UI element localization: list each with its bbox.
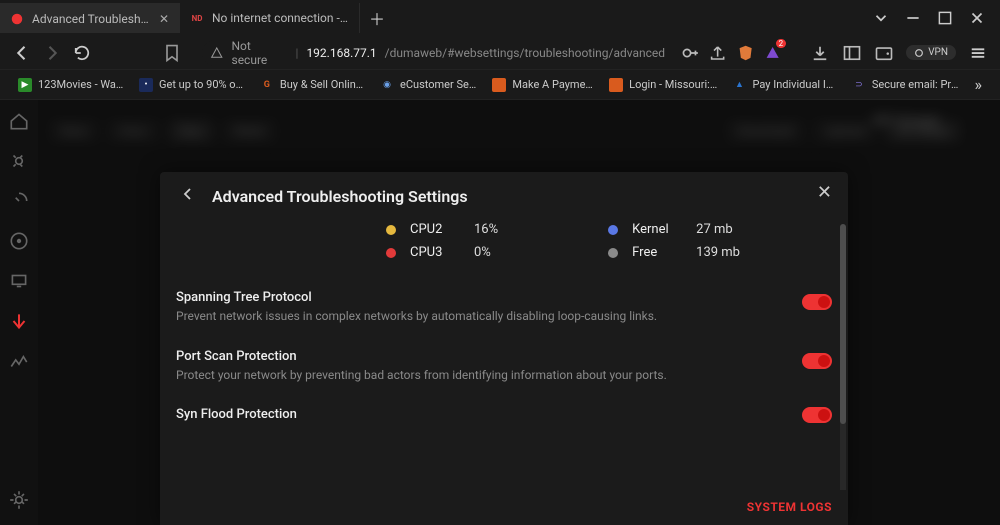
sidebar-toggle-icon[interactable] [842, 43, 862, 63]
wallet-icon[interactable] [874, 43, 894, 63]
setting-desc: Prevent network issues in complex networ… [176, 309, 657, 325]
setting-title: Spanning Tree Protocol [176, 290, 657, 305]
dot-icon [386, 248, 396, 258]
bookmark-item[interactable]: ◉eCustomer Service [374, 75, 484, 95]
reload-icon[interactable] [72, 43, 92, 63]
bookmark-item[interactable]: Make A Payment -... [486, 75, 601, 95]
sidebar-speed-icon[interactable] [8, 190, 30, 212]
close-window-icon[interactable] [968, 9, 986, 27]
tab-inactive[interactable]: ND No internet connection - Netduma R [180, 3, 360, 33]
system-logs-button[interactable]: SYSTEM LOGS [747, 500, 832, 514]
bookmark-item[interactable]: GBuy & Sell Online: P... [254, 75, 372, 95]
setting-title: Syn Flood Protection [176, 407, 297, 422]
sidebar-network-icon[interactable] [8, 310, 30, 332]
bookmark-favicon: ▶ [18, 78, 32, 92]
nav-back-icon[interactable] [12, 43, 32, 63]
tab-title: Advanced Troubleshooting Settin [32, 12, 151, 26]
key-icon[interactable] [681, 43, 700, 63]
scrollbar[interactable] [840, 224, 846, 490]
back-icon[interactable] [180, 186, 196, 206]
minimize-icon[interactable] [904, 9, 922, 27]
sidebar-traffic-icon[interactable] [8, 350, 30, 372]
setting-desc: Protect your network by preventing bad a… [176, 368, 667, 384]
sidebar-ping-icon[interactable] [8, 230, 30, 252]
bookmark-favicon: ◉ [380, 78, 394, 92]
toggle-switch[interactable] [802, 407, 832, 423]
toggle-switch[interactable] [802, 294, 832, 310]
stat-free: Free139 mb [608, 245, 740, 260]
bookmark-item[interactable]: ▲Pay Individual Inco... [727, 75, 844, 95]
vpn-button[interactable]: VPN [906, 45, 956, 60]
browser-titlebar: Advanced Troubleshooting Settin ✕ ND No … [0, 0, 1000, 36]
new-tab-button[interactable]: ＋ [364, 5, 390, 31]
nav-forward-icon[interactable] [42, 43, 62, 63]
scrollbar-thumb[interactable] [840, 224, 846, 424]
toggle-switch[interactable] [802, 353, 832, 369]
sidebar-connection-icon[interactable] [8, 150, 30, 172]
bookmark-favicon [492, 78, 506, 92]
system-stats: CPU216% CPU30% Kernel27 mb Free139 mb [176, 222, 832, 280]
share-icon[interactable] [708, 43, 727, 63]
setting-port-scan: Port Scan Protection Protect your network… [176, 339, 832, 398]
address-bar: Not secure | 192.168.77.1/dumaweb/#webse… [0, 36, 1000, 70]
tab-active[interactable]: Advanced Troubleshooting Settin ✕ [0, 3, 180, 33]
bookmarks-overflow-icon[interactable]: » [969, 75, 989, 94]
setting-syn-flood: Syn Flood Protection [176, 397, 832, 440]
maximize-icon[interactable] [936, 9, 954, 27]
url-path: /dumaweb/#websettings/troubleshooting/ad… [385, 46, 665, 60]
bookmark-favicon: ⊃ [852, 78, 866, 92]
sidebar-home-icon[interactable] [8, 110, 30, 132]
brave-shield-icon[interactable] [736, 43, 755, 63]
download-icon[interactable] [810, 43, 830, 63]
bookmark-item[interactable]: ⊃Secure email: Proto... [846, 75, 967, 95]
bookmark-icon[interactable] [162, 43, 182, 63]
bookmark-item[interactable]: •Get up to 90% off b... [133, 75, 252, 95]
setting-spanning-tree: Spanning Tree Protocol Prevent network is… [176, 280, 832, 339]
url-host: 192.168.77.1 [306, 46, 376, 60]
tab-strip: Advanced Troubleshooting Settin ✕ ND No … [0, 0, 390, 36]
bookmark-favicon [609, 78, 623, 92]
bookmark-item[interactable]: Login - Missouri: Re... [603, 75, 724, 95]
sidebar-devices-icon[interactable] [8, 270, 30, 292]
stat-cpu3: CPU30% [386, 245, 498, 260]
chevron-down-icon[interactable] [872, 9, 890, 27]
stat-kernel: Kernel27 mb [608, 222, 740, 237]
tab-favicon [10, 12, 24, 26]
close-icon[interactable]: ✕ [817, 182, 832, 203]
tab-favicon: ND [190, 11, 204, 25]
modal-header: Advanced Troubleshooting Settings [176, 180, 832, 222]
dot-icon [608, 248, 618, 258]
brave-rewards-icon[interactable]: 2 [763, 43, 782, 63]
security-label: Not secure [232, 39, 288, 67]
bookmark-item[interactable]: ▶123Movies - Watch... [12, 75, 131, 95]
modal-footer: SYSTEM LOGS [160, 490, 848, 525]
dot-icon [608, 225, 618, 235]
tab-title: No internet connection - Netduma R [212, 11, 349, 25]
vpn-icon [914, 48, 924, 58]
settings-modal: Advanced Troubleshooting Settings ✕ CPU2… [160, 172, 848, 525]
toolbar-right: VPN [810, 43, 988, 63]
menu-icon[interactable] [968, 43, 988, 63]
modal-title: Advanced Troubleshooting Settings [212, 187, 468, 206]
bookmark-favicon: ▲ [733, 78, 747, 92]
omnibox[interactable]: Not secure | 192.168.77.1/dumaweb/#webse… [202, 40, 790, 66]
stat-cpu2: CPU216% [386, 222, 498, 237]
dot-icon [386, 225, 396, 235]
bookmarks-bar: ▶123Movies - Watch... •Get up to 90% off… [0, 70, 1000, 100]
setting-title: Port Scan Protection [176, 349, 667, 364]
bookmark-favicon: • [139, 78, 153, 92]
window-controls [858, 9, 1000, 27]
app-sidebar [0, 100, 38, 525]
sidebar-settings-icon[interactable] [8, 489, 30, 511]
bookmark-favicon: G [260, 78, 274, 92]
page-content: NowHour DayWeek DownloadUpload All Usage… [0, 100, 1000, 525]
not-secure-icon [210, 46, 224, 60]
close-icon[interactable]: ✕ [159, 12, 169, 26]
